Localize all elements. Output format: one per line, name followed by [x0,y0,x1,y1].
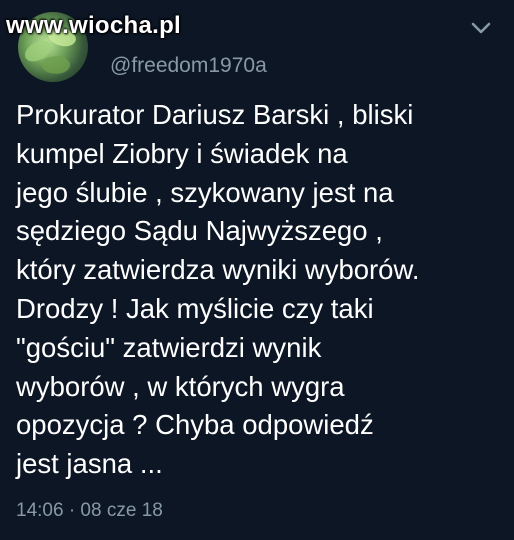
tweet-body-text: Prokurator Dariusz Barski , bliski kumpe… [16,99,420,480]
tweet-card: @freedom1970a www.wiocha.pl Prokurator D… [0,0,514,540]
watermark-text: www.wiocha.pl [6,12,182,39]
chevron-down-icon[interactable] [470,20,492,36]
tweet-timestamp[interactable]: 14:06 · 08 cze 18 [16,500,163,522]
avatar-leaf [40,53,72,77]
author-handle[interactable]: @freedom1970a [110,54,267,78]
